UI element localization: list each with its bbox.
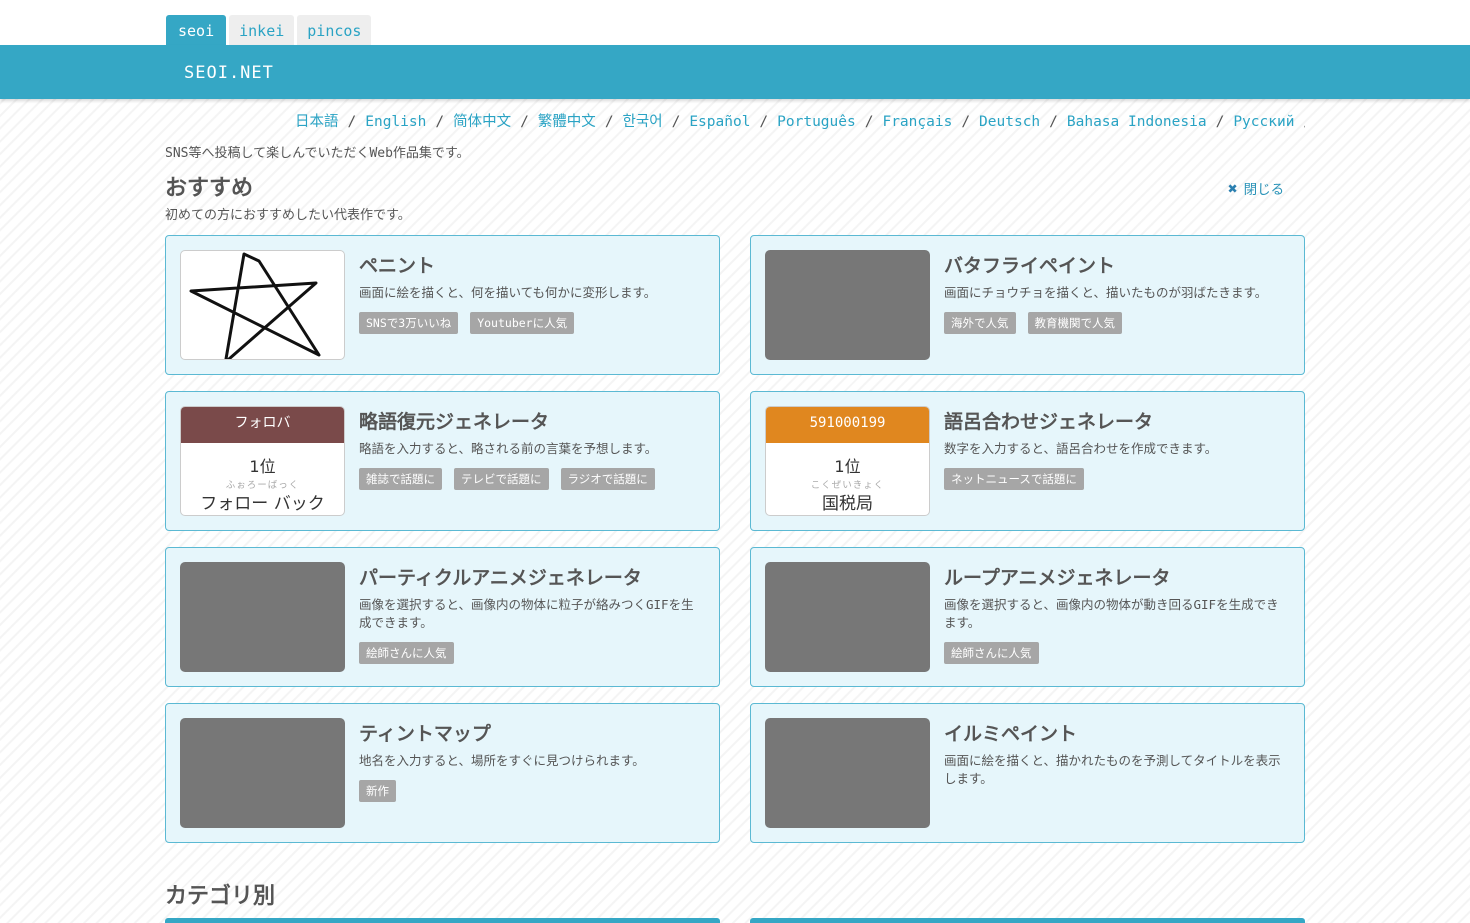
category-card-edge: [750, 918, 1305, 923]
language-separator: /: [759, 114, 769, 130]
language-selector: 日本語 / English / 简体中文 / 繁體中文 / 한국어 / Español / Portug…: [295, 110, 1305, 132]
preview-body: 1位こくぜいきょく国税局5 9 1000 1 9 9: [766, 453, 929, 515]
card-title: イルミペイント: [944, 723, 1078, 745]
language-link[interactable]: Deutsch: [979, 114, 1040, 130]
card-tags: SNSで3万いいね Youtuberに人気: [359, 312, 575, 334]
tag-badge: 絵師さんに人気: [359, 642, 454, 664]
recommend-card[interactable]: ペニント画面に絵を描くと、何を描いても何かに変形します。 SNSで3万いいね You…: [165, 235, 720, 375]
card-title: ループアニメジェネレータ: [944, 567, 1171, 589]
language-link[interactable]: Bahasa Indonesia: [1067, 114, 1207, 130]
card-tags: 新作: [359, 780, 396, 802]
preview-body: 1位ふぉろーばっくフォロー バック…ろーばっ…: [181, 453, 344, 515]
language-separator: /: [520, 114, 529, 130]
language-separator: /: [1215, 114, 1225, 130]
tag-badge: ネットニュースで話題に: [944, 468, 1084, 490]
category-card-edge: [165, 918, 720, 923]
tag-badge: ラジオで話題に: [560, 468, 655, 490]
preview-word: 国税局: [822, 494, 873, 514]
language-link[interactable]: Русский: [1233, 114, 1294, 130]
language-separator: /: [671, 114, 681, 130]
site-intro: SNS等へ投稿して楽しんでいただくWeb作品集です。: [165, 146, 470, 161]
card-tags: ネットニュースで話題に: [944, 468, 1084, 490]
card-description: 地名を入力すると、場所をすぐに見つけられます。: [359, 753, 645, 768]
card-thumbnail: [765, 250, 930, 360]
tag-badge: 海外で人気: [944, 312, 1016, 334]
tag-badge: 新作: [359, 780, 396, 802]
tag-badge: 教育機関で人気: [1027, 312, 1122, 334]
language-separator: /: [1049, 114, 1058, 130]
language-separator: /: [1303, 114, 1305, 130]
card-thumbnail: [180, 250, 345, 360]
recommend-card[interactable]: ループアニメジェネレータ画像を選択すると、画像内の物体が動き回るGIFを生成でき…: [750, 547, 1305, 687]
tag-badge: SNSで3万いいね: [359, 312, 459, 334]
close-label: 閉じる: [1243, 182, 1285, 198]
language-link[interactable]: Português: [777, 114, 856, 130]
tag-badge: 絵師さんに人気: [944, 642, 1039, 664]
recommend-subtitle: 初めての方におすすめしたい代表作です。: [165, 208, 411, 223]
card-tags: 雑誌で話題に テレビで話題に ラジオで話題に: [359, 468, 655, 490]
language-link[interactable]: 日本語: [295, 114, 339, 130]
card-title: 略語復元ジェネレータ: [359, 411, 550, 433]
tag-badge: テレビで話題に: [454, 468, 549, 490]
card-tags: 海外で人気 教育機関で人気: [944, 312, 1122, 334]
language-link[interactable]: 한국어: [623, 114, 663, 130]
preview-word: フォロー バック: [200, 494, 325, 514]
close-button[interactable]: ✖ 閉じる: [1228, 178, 1284, 198]
site-header: SEOI.NET: [0, 45, 1470, 99]
preview-rank: 1位: [834, 457, 861, 476]
card-thumbnail: [765, 562, 930, 672]
site-tab-seoi[interactable]: seoi: [166, 15, 227, 45]
card-title: パーティクルアニメジェネレータ: [359, 567, 642, 589]
language-link[interactable]: Français: [882, 114, 952, 130]
language-link[interactable]: 简体中文: [453, 114, 511, 130]
recommend-card[interactable]: 591000199 1位こくぜいきょく国税局5 9 1000 1 9 9 語呂合わせ…: [750, 391, 1305, 531]
site-tab-inkei[interactable]: inkei: [229, 15, 295, 45]
language-link[interactable]: 繁體中文: [538, 114, 596, 130]
recommend-card[interactable]: ティントマップ地名を入力すると、場所をすぐに見つけられます。新作: [165, 703, 720, 843]
card-tags: 絵師さんに人気: [359, 642, 454, 664]
card-tags: 絵師さんに人気: [944, 642, 1039, 664]
card-title: バタフライペイント: [944, 255, 1116, 277]
recommend-card[interactable]: フォロバ 1位ふぉろーばっくフォロー バック…ろーばっ… 略語復元ジェネレータ略語を…: [165, 391, 720, 531]
language-link[interactable]: English: [365, 114, 426, 130]
card-description: 画像を選択すると、画像内の物体に粒子が絡みつくGIFを生成できます。: [359, 597, 694, 630]
tag-badge: 雑誌で話題に: [359, 468, 442, 490]
card-thumbnail: [180, 718, 345, 828]
recommend-card[interactable]: パーティクルアニメジェネレータ画像を選択すると、画像内の物体に粒子が絡みつくGI…: [165, 547, 720, 687]
preview-header: フォロバ: [181, 407, 344, 443]
card-description: 画面にチョウチョを描くと、描いたものが羽ばたきます。: [944, 285, 1268, 300]
card-description: 画像を選択すると、画像内の物体が動き回るGIFを生成できます。: [944, 597, 1279, 630]
card-thumbnail: [765, 718, 930, 828]
star-drawing-icon: [189, 252, 321, 359]
card-description: 画面に絵を描くと、何を描いても何かに変形します。: [359, 285, 657, 300]
preview-rank: 1位: [249, 457, 276, 476]
language-separator: /: [864, 114, 874, 130]
card-title: ティントマップ: [359, 723, 491, 745]
category-title: カテゴリ別: [165, 884, 276, 909]
site-tab-pincos[interactable]: pincos: [297, 15, 372, 45]
card-description: 数字を入力すると、語呂合わせを作成できます。: [944, 441, 1218, 456]
recommend-title: おすすめ: [165, 176, 254, 201]
brand-logo[interactable]: SEOI.NET: [184, 63, 274, 83]
recommend-card[interactable]: イルミペイント画面に絵を描くと、描かれたものを予測してタイトルを表示します。: [750, 703, 1305, 843]
language-separator: /: [347, 114, 357, 130]
card-description: 略語を入力すると、略される前の言葉を予想します。: [359, 441, 658, 456]
card-description: 画面に絵を描くと、描かれたものを予測してタイトルを表示します。: [944, 753, 1281, 786]
language-separator: /: [435, 114, 445, 130]
top-bar: seoi inkei pincos: [0, 0, 1470, 45]
card-thumbnail: 591000199 1位こくぜいきょく国税局5 9 1000 1 9 9: [765, 406, 930, 516]
card-title: 語呂合わせジェネレータ: [944, 411, 1154, 433]
card-thumbnail: [180, 562, 345, 672]
close-icon: ✖: [1228, 179, 1238, 198]
preview-header: 591000199: [766, 407, 929, 443]
card-title: ペニント: [359, 255, 436, 277]
language-separator: /: [604, 114, 614, 130]
site-tabs: seoi inkei pincos: [166, 15, 372, 45]
recommend-card[interactable]: バタフライペイント画面にチョウチョを描くと、描いたものが羽ばたきます。海外で人気…: [750, 235, 1305, 375]
language-separator: /: [961, 114, 971, 130]
tag-badge: Youtuberに人気: [470, 312, 575, 334]
card-thumbnail: フォロバ 1位ふぉろーばっくフォロー バック…ろーばっ…: [180, 406, 345, 516]
language-link[interactable]: Español: [689, 114, 750, 130]
